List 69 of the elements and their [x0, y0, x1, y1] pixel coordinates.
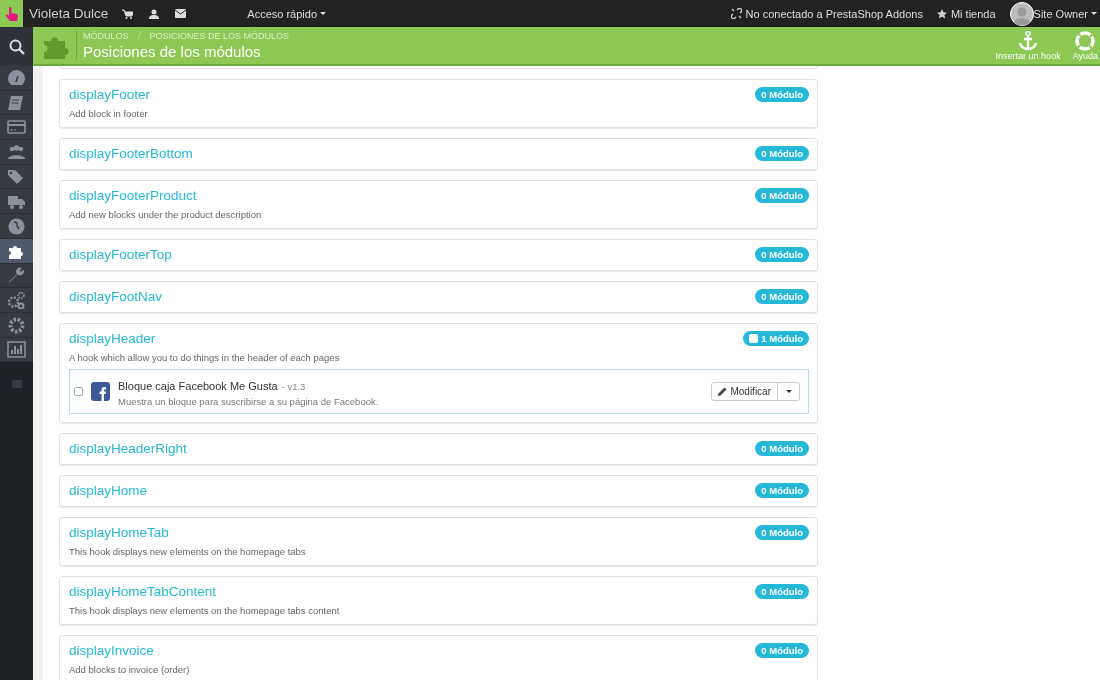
- module-count-badge: 0 Módulo: [755, 483, 809, 498]
- hook-name[interactable]: displayFooterTop: [69, 247, 172, 262]
- anchor-icon: [1018, 30, 1039, 51]
- hook-description: This hook displays new elements on the homepage tabs content: [69, 605, 341, 616]
- hook-name[interactable]: displayFooter: [69, 87, 151, 102]
- module-version: - v1.3: [281, 381, 306, 392]
- caret-icon: [1091, 12, 1097, 15]
- module-count-badge: 0 Módulo: [755, 643, 809, 658]
- module-count-badge: 0 Módulo: [755, 146, 809, 161]
- user-menu[interactable]: Site Owner: [1033, 7, 1097, 20]
- caret-icon: [320, 12, 327, 15]
- lifebuoy-icon: [1075, 30, 1096, 51]
- hook-description: Add new blocks under the product description: [69, 209, 263, 220]
- avatar-icon[interactable]: [1009, 1, 1034, 26]
- caret-icon: [785, 390, 792, 393]
- wrench-icon: [7, 266, 26, 285]
- breadcrumb-link[interactable]: MÓDULOS: [83, 31, 129, 41]
- breadcrumb-link[interactable]: POSICIONES DE LOS MÓDULOS: [149, 31, 290, 41]
- help-button[interactable]: Ayuda: [1072, 30, 1098, 61]
- hook-description: Add block in footer: [69, 108, 149, 119]
- sidebar-item[interactable]: [0, 238, 33, 264]
- module-count-badge: 0 Módulo: [755, 584, 809, 599]
- module-description: Muestra un bloque para suscribirse a su página de Facebook.: [118, 396, 380, 407]
- search-icon[interactable]: [8, 38, 25, 55]
- breadcrumb-separator-icon: [136, 31, 142, 39]
- module-count-badge: 0 Módulo: [755, 188, 809, 203]
- hook-name[interactable]: displayFootNav: [69, 289, 163, 304]
- my-shop-link[interactable]: Mi tienda: [950, 7, 996, 20]
- module-checkbox[interactable]: [74, 387, 83, 396]
- page-title: Posiciones de los módulos: [83, 43, 262, 60]
- hook-name[interactable]: displayInvoice: [69, 643, 154, 658]
- envelope-icon[interactable]: [175, 9, 187, 18]
- hook-name[interactable]: displayFooterProduct: [69, 188, 197, 203]
- star-icon: [936, 8, 947, 19]
- module-count-badge: 0 Módulo: [755, 247, 809, 262]
- facebook-logo-icon: [91, 382, 110, 401]
- hook-name[interactable]: displayHomeTab: [69, 525, 169, 540]
- module-count-badge: 0 Módulo: [755, 441, 809, 456]
- hand-pointer-icon: [4, 5, 19, 22]
- insert-hook-button[interactable]: Insertar un hook: [995, 30, 1061, 61]
- hook-name[interactable]: displayHomeTabContent: [69, 584, 217, 599]
- hook-name[interactable]: displayHeader: [69, 331, 156, 346]
- module-count-badge: 0 Módulo: [755, 525, 809, 540]
- cart-icon[interactable]: [122, 8, 134, 19]
- hook-name[interactable]: displayHeaderRight: [69, 441, 187, 456]
- credit-card-icon: [7, 118, 26, 137]
- module-count-badge: 1 Módulo: [743, 331, 809, 346]
- shop-name[interactable]: Violeta Dulce: [29, 6, 109, 21]
- pencil-icon: [718, 387, 728, 396]
- tags-icon: [7, 167, 26, 186]
- user-icon[interactable]: [149, 8, 160, 19]
- edit-button[interactable]: Modificar: [711, 382, 778, 401]
- book-icon: [7, 93, 26, 112]
- dropdown-toggle[interactable]: [778, 382, 800, 401]
- badge-checkbox[interactable]: [749, 334, 759, 343]
- speedometer-icon: [7, 68, 26, 87]
- hook-description: Add blocks to invoice (order): [69, 664, 191, 675]
- hook-description: This hook displays new elements on the homepage tabs: [69, 546, 307, 557]
- bar-chart-icon: [7, 340, 26, 359]
- module-count-badge: 0 Módulo: [755, 289, 809, 304]
- module-count-badge: 0 Módulo: [755, 87, 809, 102]
- people-icon: [7, 142, 26, 161]
- module-name: Bloque caja Facebook Me Gusta: [118, 380, 278, 392]
- hook-name[interactable]: displayFooterBottom: [69, 146, 193, 161]
- hook-name[interactable]: displayHome: [69, 483, 148, 498]
- addons-status-link[interactable]: No conectado a PrestaShop Addons: [745, 7, 923, 20]
- quick-access-menu[interactable]: Acceso rápido: [247, 7, 327, 20]
- hook-description: A hook which allow you to do things in the header of each pages: [69, 352, 341, 363]
- unlinked-chain-icon: [730, 8, 742, 19]
